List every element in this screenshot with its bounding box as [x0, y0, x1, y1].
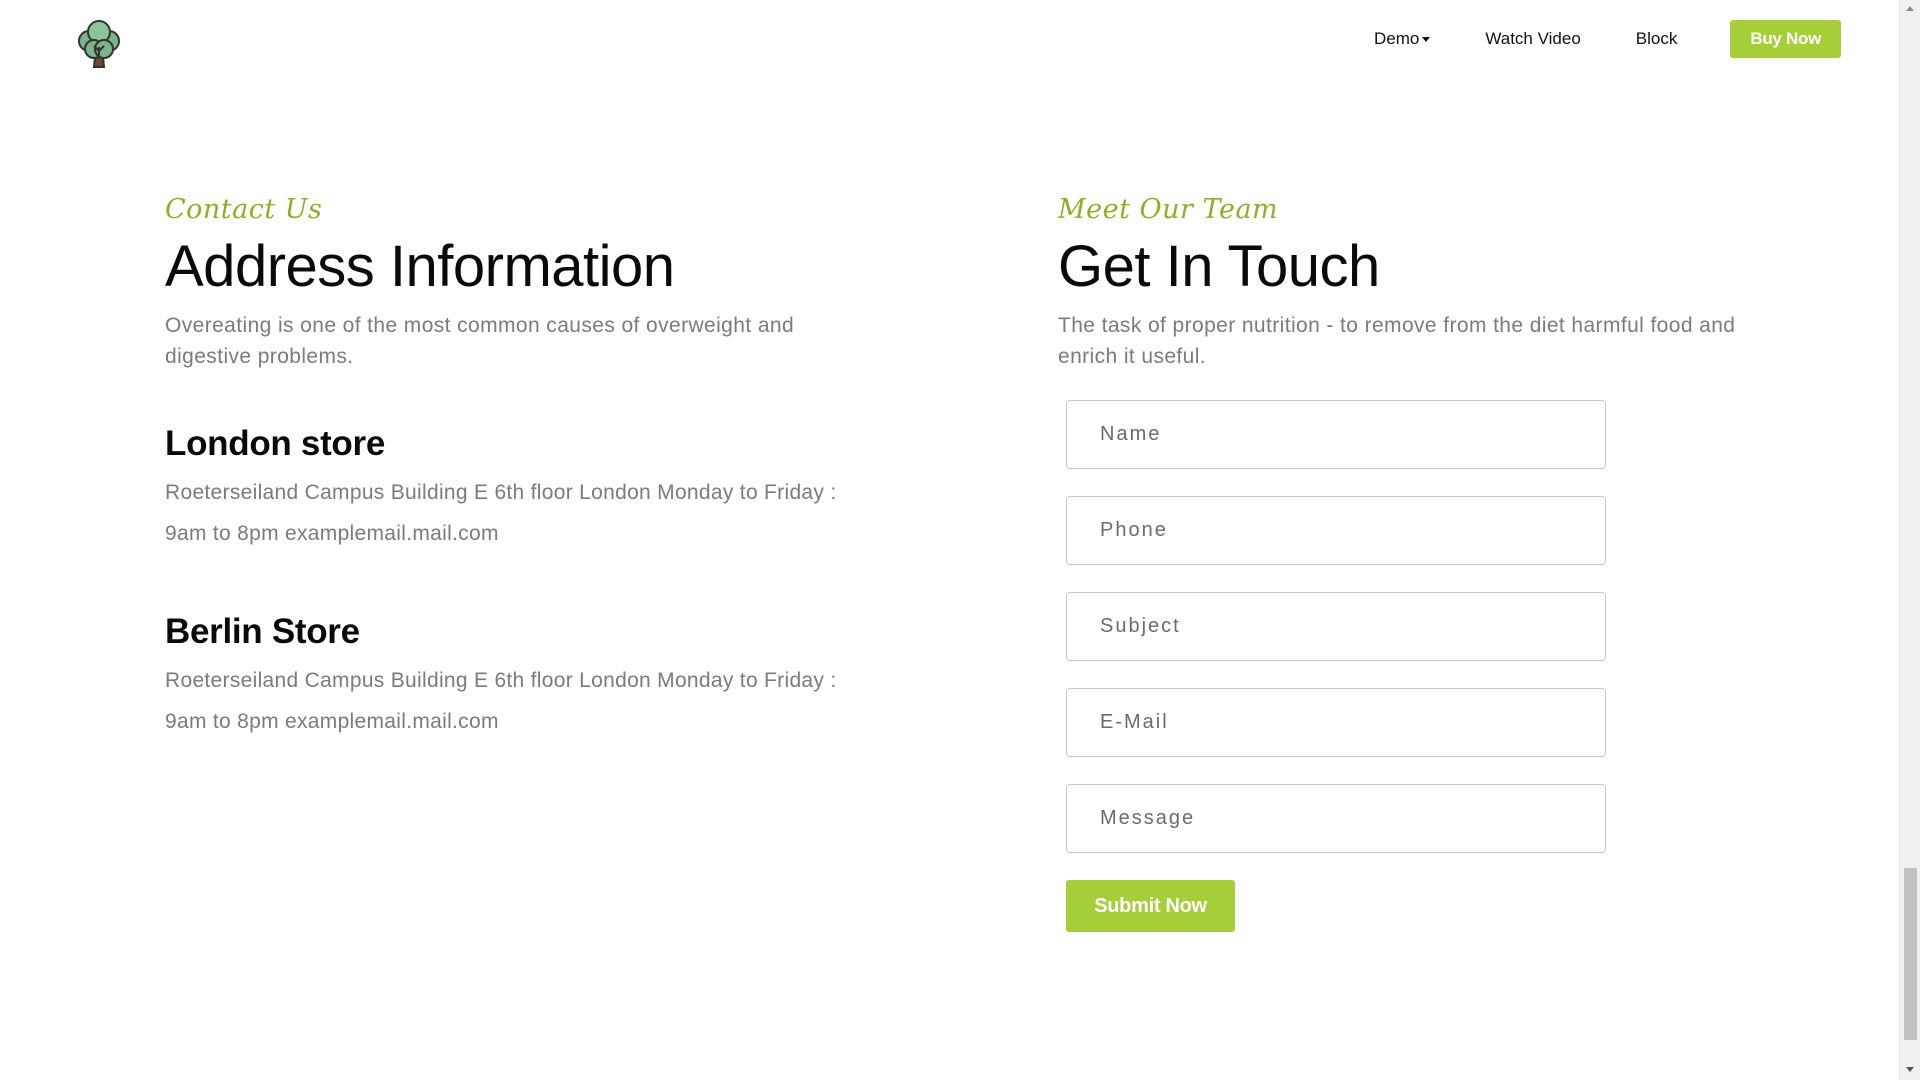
broccoli-tree-icon[interactable]	[73, 17, 125, 69]
message-input[interactable]	[1100, 807, 1605, 830]
store-address: Roeterseiland Campus Building E 6th floo…	[165, 481, 837, 545]
nav-watch-video[interactable]: Watch Video	[1485, 29, 1580, 49]
submit-button[interactable]: Submit Now	[1066, 880, 1235, 932]
scroll-up-icon[interactable]	[1906, 6, 1914, 11]
subject-field[interactable]	[1066, 592, 1606, 661]
store-title: Berlin Store	[165, 612, 360, 651]
address-section: Contact Us Address Information Overeatin…	[165, 190, 865, 742]
name-input[interactable]	[1100, 423, 1605, 446]
scroll-thumb[interactable]	[1904, 868, 1917, 1040]
store-london: London store Roeterseiland Campus Buildi…	[165, 422, 865, 554]
vertical-scrollbar[interactable]	[1899, 0, 1920, 1080]
address-lead: Overeating is one of the most common cau…	[165, 314, 795, 368]
phone-input[interactable]	[1100, 519, 1605, 542]
nav-demo-label: Demo	[1373, 29, 1420, 48]
meet-team-label: Meet Our Team	[1058, 194, 1279, 225]
email-input[interactable]	[1100, 711, 1605, 734]
page: Demo Watch Video Block Buy Now Contact U…	[0, 0, 1899, 1080]
contact-form: Submit Now	[1066, 400, 1778, 932]
scroll-down-icon[interactable]	[1906, 1067, 1914, 1072]
address-heading: Address Information	[165, 234, 675, 299]
main-nav: Demo Watch Video Block Buy Now	[1374, 20, 1841, 58]
contact-us-label: Contact Us	[165, 194, 323, 225]
name-field[interactable]	[1066, 400, 1606, 469]
nav-block-label: Block	[1635, 29, 1678, 48]
message-field[interactable]	[1066, 784, 1606, 853]
nav-demo[interactable]: Demo	[1373, 29, 1431, 49]
email-field[interactable]	[1066, 688, 1606, 757]
get-in-touch-heading: Get In Touch	[1058, 234, 1380, 299]
store-address: Roeterseiland Campus Building E 6th floo…	[165, 669, 837, 733]
nav-watch-video-label: Watch Video	[1485, 29, 1581, 48]
get-in-touch-lead: The task of proper nutrition - to remove…	[1058, 314, 1736, 368]
caret-down-icon	[1422, 36, 1431, 42]
store-title: London store	[165, 424, 385, 463]
buy-now-button[interactable]: Buy Now	[1730, 20, 1841, 58]
nav-block[interactable]: Block	[1636, 29, 1678, 49]
store-berlin: Berlin Store Roeterseiland Campus Buildi…	[165, 610, 865, 742]
subject-input[interactable]	[1100, 615, 1605, 638]
contact-form-section: Meet Our Team Get In Touch The task of p…	[1058, 190, 1778, 932]
phone-field[interactable]	[1066, 496, 1606, 565]
